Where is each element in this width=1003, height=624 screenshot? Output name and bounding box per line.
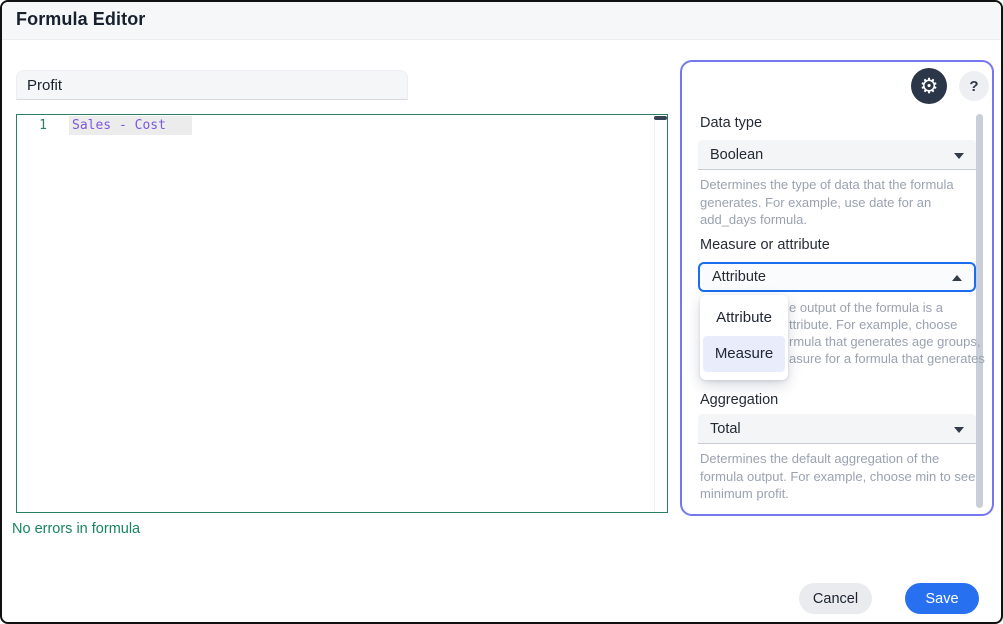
data-type-value: Boolean <box>710 147 763 163</box>
data-type-label: Data type <box>700 115 762 131</box>
page-title: Formula Editor <box>16 9 145 30</box>
cancel-button[interactable]: Cancel <box>799 583 872 614</box>
aggregation-value: Total <box>710 421 741 437</box>
data-type-select[interactable]: Boolean <box>698 140 976 170</box>
save-button[interactable]: Save <box>905 583 979 614</box>
formula-status-message: No errors in formula <box>12 521 140 537</box>
settings-button[interactable]: ⚙ <box>911 68 947 104</box>
measure-or-attribute-label: Measure or attribute <box>700 237 830 253</box>
line-number: 1 <box>17 118 47 133</box>
measure-or-attribute-select[interactable]: Attribute <box>698 262 976 292</box>
aggregation-description: Determines the default aggregation of th… <box>700 450 975 503</box>
aggregation-select[interactable]: Total <box>698 414 976 444</box>
measure-or-attribute-value: Attribute <box>712 269 766 285</box>
editor-scrollbar-track <box>654 115 655 512</box>
chevron-down-icon <box>954 427 964 433</box>
help-button[interactable]: ? <box>959 71 989 101</box>
question-mark-icon: ? <box>969 78 978 95</box>
chevron-down-icon <box>954 153 964 159</box>
editor-scrollbar-thumb[interactable] <box>654 116 667 120</box>
gear-icon: ⚙ <box>920 76 939 97</box>
data-type-description: Determines the type of data that the for… <box>700 176 954 229</box>
code-line[interactable]: Sales - Cost <box>69 116 192 135</box>
measure-or-attribute-description-partially-occluded: e output of the formula is a ttribute. F… <box>789 299 985 367</box>
formula-editor-dialog: Formula Editor 1 Sales - Cost No errors … <box>0 0 1003 624</box>
formula-settings-panel: ⚙ ? Data type Boolean Determines the typ… <box>680 60 994 516</box>
formula-code[interactable]: Sales - Cost <box>69 116 192 135</box>
dropdown-option-measure[interactable]: Measure <box>703 336 785 372</box>
aggregation-label: Aggregation <box>700 392 778 408</box>
dropdown-option-attribute[interactable]: Attribute <box>700 300 788 336</box>
chevron-up-icon <box>952 275 962 281</box>
formula-code-editor[interactable]: 1 Sales - Cost <box>16 114 668 513</box>
dialog-header: Formula Editor <box>2 2 1001 40</box>
formula-name-input[interactable] <box>16 70 408 100</box>
measure-or-attribute-dropdown-menu: Attribute Measure <box>700 295 788 380</box>
